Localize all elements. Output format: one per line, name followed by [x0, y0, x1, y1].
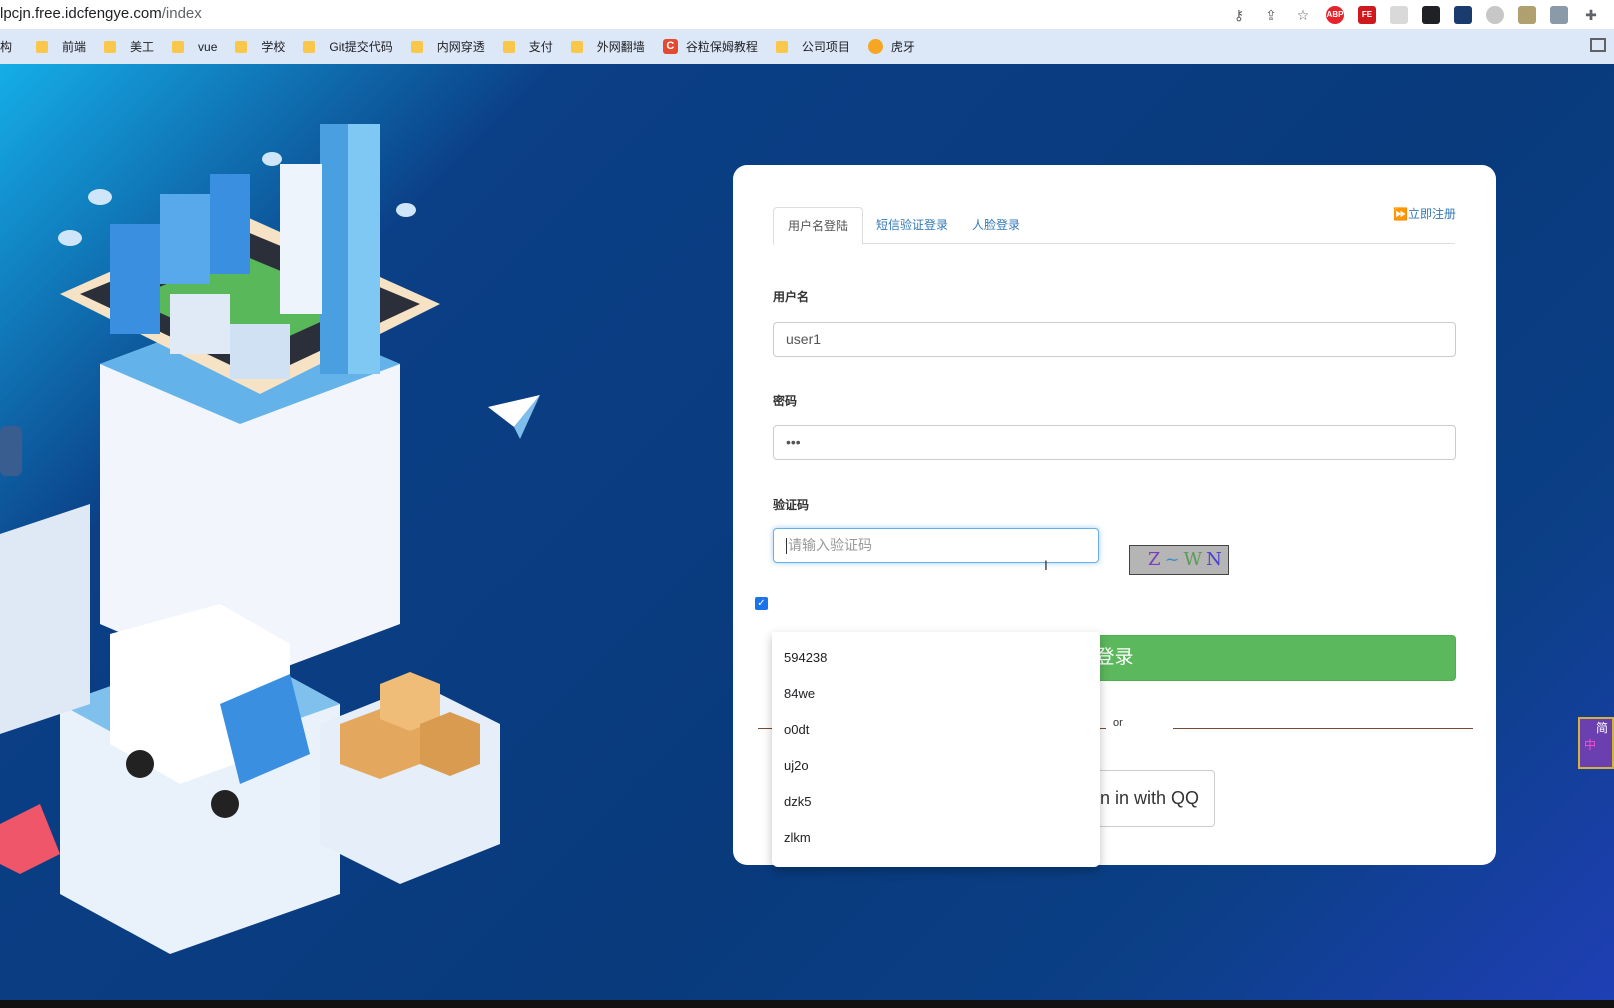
username-label: 用户名 — [773, 290, 810, 304]
tab-face-login[interactable]: 人脸登录 — [958, 207, 1034, 244]
divider-right — [1173, 728, 1473, 729]
folder-icon — [235, 40, 248, 53]
username-input[interactable]: user1 — [773, 322, 1456, 357]
register-link[interactable]: ⏩立即注册 — [1393, 205, 1456, 222]
vue-devtools-icon[interactable] — [1550, 6, 1568, 24]
captcha-input[interactable]: 请输入验证码 I — [773, 528, 1099, 573]
reading-list-icon[interactable] — [1590, 38, 1606, 52]
ime-chinese: 中 — [1584, 738, 1597, 752]
or-text: or — [1107, 717, 1129, 729]
bookmark-folder[interactable]: 内网穿透 — [410, 38, 485, 55]
captcha-image[interactable]: Z~WN — [1129, 545, 1229, 575]
huya-icon — [867, 39, 883, 54]
qr-icon[interactable] — [1454, 6, 1472, 24]
globe-icon[interactable] — [1486, 6, 1504, 24]
captcha-char: ~ — [1164, 549, 1184, 570]
bookmark-folder[interactable]: 支付 — [502, 38, 553, 55]
remember-checkbox[interactable]: ✓ — [755, 597, 768, 610]
folder-icon — [172, 40, 185, 53]
folder-icon — [410, 40, 423, 53]
autocomplete-option[interactable]: 594238 — [772, 640, 1100, 676]
folder-icon — [502, 40, 515, 53]
page-background: 用户名登陆 短信验证登录 人脸登录 ⏩立即注册 用户名 user1 密码 •••… — [0, 64, 1614, 1000]
captcha-char: Z — [1148, 549, 1165, 570]
login-tabs: 用户名登陆 短信验证登录 人脸登录 — [773, 207, 1455, 245]
password-label: 密码 — [773, 394, 798, 408]
url-host: lpcjn.free.idcfengye.com — [0, 5, 162, 22]
key-icon[interactable]: ⚷ — [1230, 6, 1248, 24]
toolbar-icons: ⚷ ⇪ ☆ ABP FE ✚ — [1230, 3, 1614, 27]
bookmark-folder[interactable]: vue — [172, 40, 217, 54]
address-bar[interactable]: lpcjn.free.idcfengye.com/index ⚷ ⇪ ☆ ABP… — [0, 0, 1614, 29]
captcha-char: W — [1183, 549, 1207, 570]
abp-icon[interactable]: ABP — [1326, 6, 1344, 24]
folder-icon — [104, 40, 117, 53]
fe-icon[interactable]: FE — [1358, 6, 1376, 24]
captcha-label: 验证码 — [773, 498, 810, 512]
url-path: /index — [161, 5, 202, 22]
bookmarks-bar: 构 前端 美工 vue 学校 Git提交代码 内网穿透 支付 外网翻墙 C 谷粒保… — [0, 29, 1614, 64]
ime-simplified: 简 — [1596, 721, 1609, 735]
tab-username-login[interactable]: 用户名登陆 — [773, 207, 864, 245]
image-icon[interactable] — [1518, 6, 1536, 24]
captcha-char: N — [1206, 549, 1226, 570]
isometric-city-illustration — [0, 124, 540, 954]
autocomplete-dropdown: 594238 84we o0dt uj2o dzk5 zlkm — [772, 632, 1100, 867]
bookmark-folder[interactable]: 学校 — [235, 38, 285, 55]
bookmark-folder[interactable]: 前端 — [36, 38, 86, 55]
bookmark-folder[interactable]: 外网翻墙 — [570, 38, 645, 55]
autocomplete-option[interactable]: o0dt — [772, 712, 1100, 748]
bookmark-site[interactable]: C 谷粒保姆教程 — [662, 38, 758, 55]
autocomplete-option[interactable]: 84we — [772, 676, 1100, 712]
ibeam-cursor-icon: I — [1044, 557, 1048, 573]
taskbar-edge — [0, 1000, 1614, 1008]
tab-sms-login[interactable]: 短信验证登录 — [862, 207, 962, 244]
forward-icon: ⏩ — [1393, 207, 1408, 221]
star-icon[interactable]: ☆ — [1294, 6, 1312, 24]
bookmark-site[interactable]: 虎牙 — [867, 38, 915, 55]
c-logo-icon: C — [662, 39, 678, 54]
bookmark-item[interactable]: 构 — [0, 38, 12, 55]
folder-icon — [36, 40, 49, 53]
autocomplete-option[interactable]: dzk5 — [772, 784, 1100, 820]
bookmark-folder[interactable]: Git提交代码 — [303, 38, 393, 55]
captcha-placeholder: 请输入验证码 — [788, 537, 872, 553]
reader-icon[interactable] — [1390, 6, 1408, 24]
puzzle-icon[interactable]: ✚ — [1582, 6, 1600, 24]
folder-icon — [303, 40, 316, 53]
url-text[interactable]: lpcjn.free.idcfengye.com/index — [0, 5, 202, 22]
autocomplete-option[interactable]: uj2o — [772, 748, 1100, 784]
bookmark-folder[interactable]: 公司项目 — [775, 38, 850, 55]
share-icon[interactable]: ⇪ — [1262, 6, 1280, 24]
password-input[interactable]: ••• — [773, 425, 1456, 460]
folder-icon — [775, 40, 788, 53]
extension-badge-icon[interactable] — [1422, 6, 1440, 24]
ime-widget[interactable]: 简 中 — [1578, 717, 1614, 769]
bookmark-folder[interactable]: 美工 — [104, 38, 154, 55]
folder-icon — [570, 40, 583, 53]
text-caret — [786, 538, 787, 555]
autocomplete-option[interactable]: zlkm — [772, 820, 1100, 856]
